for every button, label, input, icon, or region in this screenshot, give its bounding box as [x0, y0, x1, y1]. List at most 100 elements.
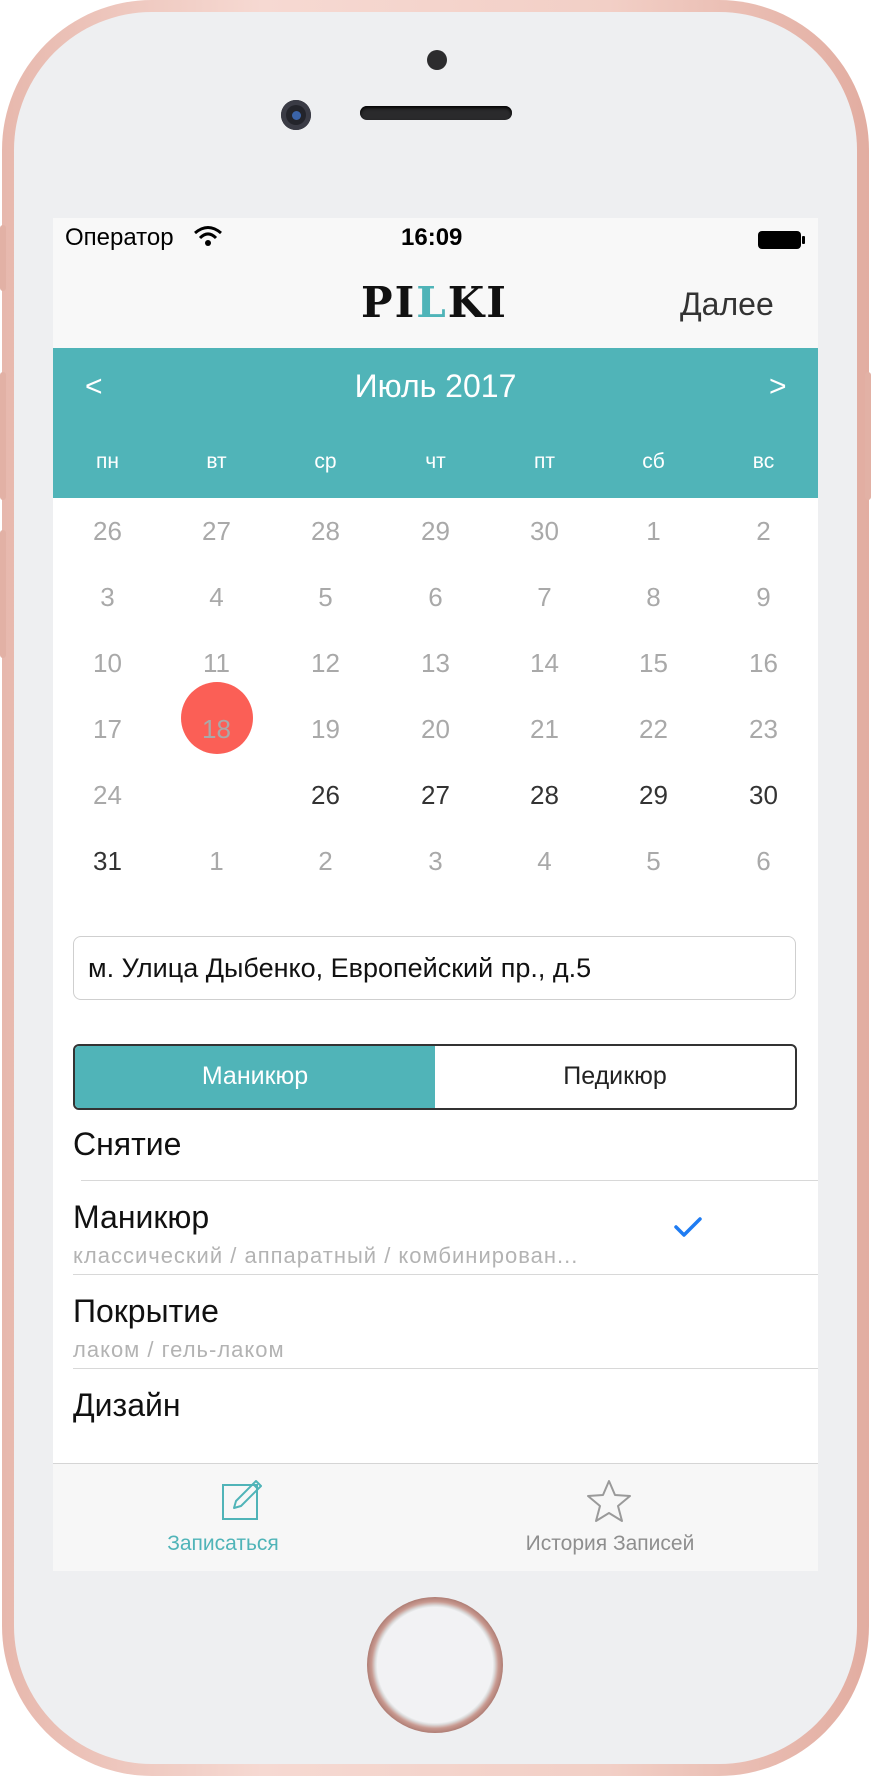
checkmark-icon [673, 1215, 703, 1244]
calendar-day: 12 [311, 648, 340, 678]
service-subtitle: лаком / гель-лаком [73, 1337, 285, 1362]
calendar-day[interactable]: 26 [271, 780, 380, 811]
nav-bar: PILKI Далее [53, 258, 818, 348]
next-button[interactable]: Далее [680, 286, 774, 323]
calendar-day: 29 [421, 516, 450, 546]
weekday-row: пн вт ср чт пт сб вс [53, 450, 818, 480]
calendar-day: 2 [756, 516, 771, 546]
weekday-label: пн [96, 450, 119, 473]
calendar-day[interactable]: 29 [599, 780, 708, 811]
calendar-day: 23 [749, 714, 778, 744]
service-title: Дизайн [73, 1387, 181, 1423]
calendar-header: < Июль 2017 > пн вт ср чт пт сб вс [53, 348, 818, 498]
earpiece-speaker [360, 106, 512, 120]
calendar-day: 6 [428, 582, 443, 612]
tab-book-label: Записаться [167, 1532, 279, 1555]
segment-pedicure[interactable]: Педикюр [435, 1046, 795, 1108]
clock: 16:09 [401, 224, 463, 251]
service-row-design[interactable]: Дизайн [53, 1369, 818, 1463]
carrier-label: Оператор [65, 224, 174, 251]
tab-bar: Записаться История Записей [53, 1463, 818, 1571]
calendar-day: 17 [93, 714, 122, 744]
calendar-day: 22 [639, 714, 668, 744]
services-list: Снятие Маникюр классический / аппаратный… [53, 1118, 818, 1463]
calendar-day: 16 [749, 648, 778, 678]
power-button [865, 372, 871, 500]
calendar-day: 11 [203, 648, 230, 678]
logo-part-3: KI [447, 278, 508, 327]
calendar-day: 8 [646, 582, 661, 612]
volume-up-button [0, 372, 6, 500]
calendar-day: 4 [537, 846, 552, 876]
calendar-day: 4 [209, 582, 224, 612]
battery-icon [757, 230, 807, 255]
calendar-day[interactable]: 31 [53, 846, 162, 877]
service-row-removal[interactable]: Снятие [53, 1118, 818, 1180]
proximity-sensor [427, 50, 447, 70]
volume-down-button [0, 530, 6, 658]
segment-pedicure-label: Педикюр [563, 1062, 667, 1090]
calendar-day: 15 [639, 648, 668, 678]
calendar-day: 3 [428, 846, 443, 876]
star-icon [585, 1478, 633, 1529]
calendar-day: 1 [209, 846, 224, 876]
segment-manicure[interactable]: Маникюр [75, 1046, 435, 1108]
calendar-day: 5 [318, 582, 333, 612]
calendar-day: 20 [421, 714, 450, 744]
camera-lens [292, 111, 301, 120]
logo-part-1: PI [361, 278, 417, 327]
app-screen: Оператор 16:09 PILKI Далее < Июль 2017 >… [53, 218, 818, 1571]
salon-address-text: м. Улица Дыбенко, Европейский пр., д.5 [88, 953, 592, 983]
calendar-day: 5 [646, 846, 661, 876]
tab-book[interactable]: Записаться [53, 1464, 435, 1571]
calendar-day: 1 [646, 516, 661, 546]
month-title: Июль 2017 [354, 368, 517, 404]
calendar-day[interactable]: 30 [709, 780, 818, 811]
calendar-day: 3 [100, 582, 115, 612]
calendar-day: 24 [93, 780, 122, 810]
calendar-day: 21 [530, 714, 559, 744]
service-row-coating[interactable]: Покрытие лаком / гель-лаком [53, 1275, 818, 1369]
service-title: Маникюр [73, 1199, 210, 1235]
status-bar: Оператор 16:09 [53, 218, 818, 258]
calendar-day: 27 [202, 516, 231, 546]
tab-history-label: История Записей [525, 1532, 695, 1555]
calendar-day[interactable]: 27 [381, 780, 490, 811]
calendar-day: 7 [537, 582, 552, 612]
weekday-label: вт [206, 450, 227, 473]
mute-switch [0, 225, 6, 291]
next-month-button[interactable]: > [769, 370, 787, 404]
calendar-day: 6 [756, 846, 771, 876]
weekday-label: вс [752, 450, 775, 473]
calendar-day: 28 [311, 516, 340, 546]
service-title: Снятие [73, 1126, 182, 1162]
calendar-grid: 26 27 28 29 30 1 2 3 4 5 6 7 8 9 10 11 1… [53, 498, 818, 898]
calendar-day: 30 [530, 516, 559, 546]
salon-address-field[interactable]: м. Улица Дыбенко, Европейский пр., д.5 [73, 936, 796, 1000]
service-subtitle: классический / аппаратный / комбинирован… [73, 1243, 579, 1268]
weekday-label: сб [642, 450, 665, 473]
weekday-label: ср [314, 450, 337, 473]
wifi-icon [193, 224, 223, 253]
calendar-day: 26 [93, 516, 122, 546]
calendar-day: 2 [318, 846, 333, 876]
home-button[interactable] [367, 1597, 503, 1733]
calendar-day: 10 [93, 648, 122, 678]
pencil-square-icon [220, 1478, 266, 1529]
service-title: Покрытие [73, 1293, 219, 1329]
tab-history[interactable]: История Записей [435, 1464, 818, 1571]
calendar-day: 18 [202, 714, 231, 744]
calendar-day: 14 [530, 648, 559, 678]
service-row-manicure[interactable]: Маникюр классический / аппаратный / комб… [53, 1181, 818, 1275]
logo-part-2: L [416, 278, 448, 327]
calendar-day-selected[interactable]: 25 [162, 780, 271, 811]
calendar-day: 9 [756, 582, 771, 612]
calendar-day[interactable]: 28 [490, 780, 599, 811]
weekday-label: пт [534, 450, 555, 473]
service-type-segment: Маникюр Педикюр [73, 1044, 797, 1110]
app-logo: PILKI [361, 278, 508, 327]
calendar-day: 13 [421, 648, 450, 678]
weekday-label: чт [425, 450, 446, 473]
segment-manicure-label: Маникюр [201, 1062, 309, 1090]
calendar-day: 19 [311, 714, 340, 744]
